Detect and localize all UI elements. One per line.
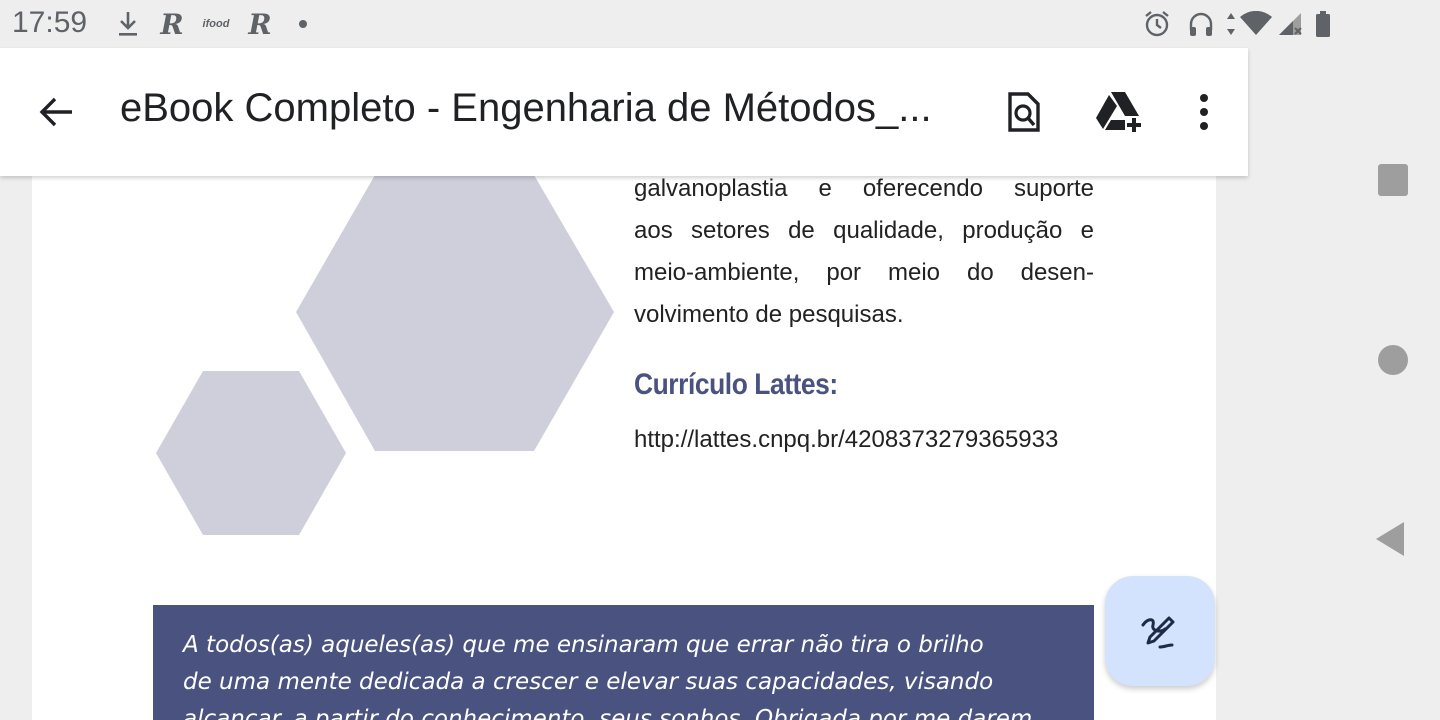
document-title: eBook Completo - Engenharia de Métodos_.…: [120, 86, 932, 130]
dot-icon: [299, 20, 307, 28]
add-to-drive-icon: [1096, 92, 1141, 132]
r-app-icon: R: [160, 7, 184, 41]
dedication-line: de uma mente dedicada a crescer e elevar…: [183, 669, 994, 695]
arrow-back-icon: [39, 97, 72, 127]
add-to-drive-button[interactable]: [1088, 80, 1152, 144]
biography-line: aos setores de qualidade, produção e: [634, 217, 1094, 244]
lattes-url-link[interactable]: http://lattes.cnpq.br/4208373279365933: [634, 426, 1058, 454]
annotate-pen-icon: [1141, 616, 1175, 649]
status-time: 17:59: [12, 6, 88, 39]
more-vert-icon: [1200, 94, 1208, 130]
small-hexagon-graphic: [156, 371, 346, 535]
r-app-icon: R: [248, 7, 272, 41]
dedication-line: alcançar, a partir do conhecimento, seus…: [183, 706, 1033, 720]
biography-text: galvanoplastia e oferecendo suporte aos …: [634, 168, 1094, 336]
headphones-icon: [1186, 8, 1216, 40]
annotate-fab[interactable]: [1105, 576, 1215, 686]
download-icon: [114, 8, 142, 40]
more-options-button[interactable]: [1172, 80, 1236, 144]
home-circle-icon[interactable]: [1378, 345, 1408, 375]
recents-square-icon[interactable]: [1378, 164, 1408, 196]
lattes-heading: Currículo Lattes:: [634, 368, 838, 401]
back-button[interactable]: [24, 80, 88, 144]
signal-icon: [1276, 8, 1304, 40]
wifi-icon: [1238, 8, 1274, 40]
back-triangle-icon[interactable]: [1376, 522, 1404, 556]
alarm-icon: [1142, 8, 1172, 40]
app-bar: eBook Completo - Engenharia de Métodos_.…: [0, 48, 1248, 176]
ifood-icon: ifood: [202, 18, 230, 30]
biography-line: meio-ambiente, por meio do desen-: [634, 259, 1094, 286]
search-in-document-icon: [1008, 92, 1040, 132]
dedication-box: A todos(as) aqueles(as) que me ensinaram…: [153, 605, 1094, 720]
battery-icon: [1312, 8, 1334, 40]
biography-line: volvimento de pesquisas.: [634, 301, 904, 328]
dedication-line: A todos(as) aqueles(as) que me ensinaram…: [183, 632, 984, 658]
status-bar: 17:59 R ifood R: [0, 0, 1344, 48]
data-arrows-icon: [1224, 8, 1238, 40]
search-in-document-button[interactable]: [992, 80, 1056, 144]
